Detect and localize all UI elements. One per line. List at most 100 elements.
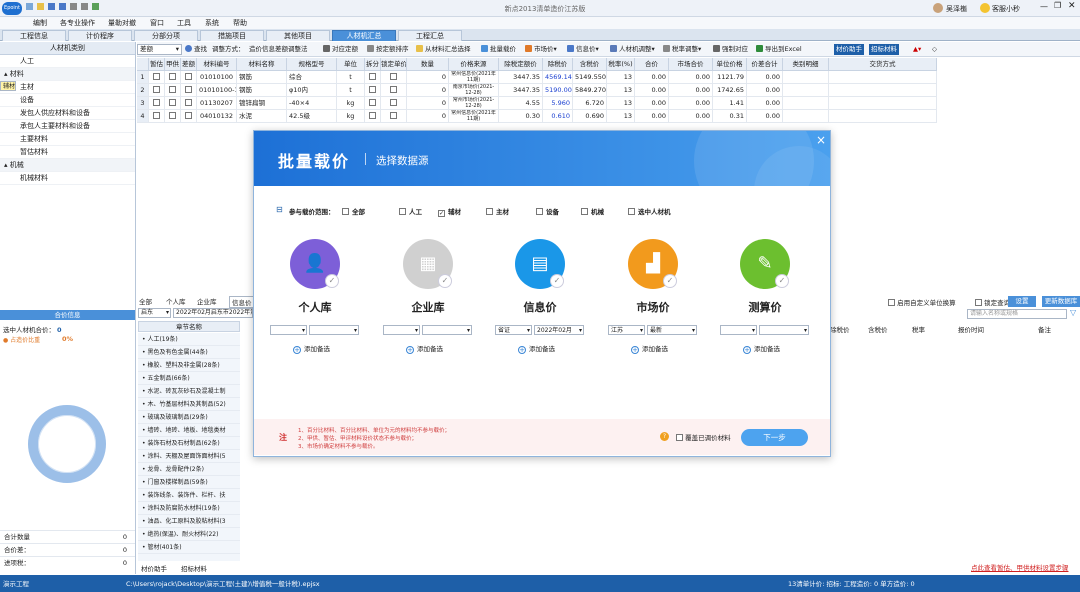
- table-cell[interactable]: 01130207: [197, 97, 237, 110]
- menu-item-specialty[interactable]: 各专业操作: [60, 18, 95, 28]
- row-checkbox[interactable]: [185, 73, 192, 80]
- table-cell[interactable]: 0.00: [669, 84, 713, 97]
- table-cell[interactable]: 3447.35: [499, 71, 543, 84]
- table-cell[interactable]: φ10内: [287, 84, 337, 97]
- sort-button[interactable]: 按定额排序: [367, 44, 409, 55]
- chapter-item[interactable]: • 门窗及楼梯制品(59条): [138, 476, 240, 489]
- table-cell[interactable]: 0: [407, 84, 449, 97]
- table-cell[interactable]: 01010100-1: [197, 84, 237, 97]
- settings-button[interactable]: 设置: [1008, 296, 1036, 307]
- category-item[interactable]: 设备: [0, 94, 135, 107]
- checkbox-icon[interactable]: [486, 208, 493, 215]
- help-link[interactable]: 客服小秒: [992, 4, 1020, 14]
- table-cell[interactable]: [381, 71, 407, 84]
- checkbox-icon[interactable]: [628, 208, 635, 215]
- table-cell[interactable]: 5190.000: [543, 84, 573, 97]
- row-checkbox[interactable]: [153, 73, 160, 80]
- table-cell[interactable]: 0.00: [747, 97, 783, 110]
- table-cell[interactable]: [165, 97, 181, 110]
- row-checkbox[interactable]: [169, 99, 176, 106]
- scope-checkbox[interactable]: 全部: [342, 206, 365, 216]
- table-cell[interactable]: [829, 71, 937, 84]
- category-item[interactable]: 发包人供应材料和设备: [0, 107, 135, 120]
- category-item[interactable]: ▴ 机械: [0, 159, 135, 172]
- column-header[interactable]: 价格来源: [449, 58, 499, 71]
- checkbox-icon[interactable]: ✓: [438, 210, 445, 217]
- table-cell[interactable]: 4.55: [499, 97, 543, 110]
- table-cell[interactable]: 2: [137, 84, 149, 97]
- table-cell[interactable]: [829, 97, 937, 110]
- checkbox-icon[interactable]: [399, 208, 406, 215]
- column-header[interactable]: 合价: [635, 58, 669, 71]
- source-select-2[interactable]: ▾: [759, 325, 809, 335]
- chapter-item[interactable]: • 油品、化工原料及胶粘材料(3: [138, 515, 240, 528]
- table-cell[interactable]: 0.00: [669, 110, 713, 123]
- table-cell[interactable]: [783, 110, 829, 123]
- table-cell[interactable]: [181, 71, 197, 84]
- table-cell[interactable]: 1: [137, 71, 149, 84]
- table-cell[interactable]: [149, 84, 165, 97]
- table-cell[interactable]: 04010132: [197, 110, 237, 123]
- column-header[interactable]: 锁定单价: [381, 58, 407, 71]
- chapter-item[interactable]: • 涂料及防腐防水材料(19条): [138, 502, 240, 515]
- table-cell[interactable]: 0.00: [635, 84, 669, 97]
- info-price-button[interactable]: 信息价▾: [567, 44, 599, 55]
- nav-price-assistant[interactable]: 材价助手: [141, 563, 167, 573]
- row-checkbox[interactable]: [153, 112, 160, 119]
- table-cell[interactable]: kg: [337, 110, 365, 123]
- table-cell[interactable]: [829, 84, 937, 97]
- tab-rcj-summary[interactable]: 人材机汇总: [332, 30, 396, 41]
- row-checkbox[interactable]: [390, 73, 397, 80]
- chapter-item[interactable]: • 龙骨、龙骨配件(2条): [138, 463, 240, 476]
- category-item[interactable]: ▴ 材料: [0, 68, 135, 81]
- table-cell[interactable]: 13: [607, 84, 635, 97]
- library-tab-enterprise[interactable]: 企业库: [197, 296, 217, 306]
- column-header[interactable]: 类别明细: [783, 58, 829, 71]
- scope-checkbox[interactable]: 主材: [486, 206, 509, 216]
- chapter-item[interactable]: • 橡胶、塑料及非金属(28条): [138, 359, 240, 372]
- source-select-2[interactable]: 2022年02月 ▾: [534, 325, 584, 335]
- excel-export-button[interactable]: 导出到Excel: [756, 44, 802, 55]
- row-checkbox[interactable]: [169, 86, 176, 93]
- cover-checkbox[interactable]: 覆盖已调价材料: [676, 432, 731, 442]
- table-cell[interactable]: [365, 97, 381, 110]
- category-item[interactable]: 机械材料: [0, 172, 135, 185]
- table-cell[interactable]: [365, 110, 381, 123]
- table-cell[interactable]: 水泥: [237, 110, 287, 123]
- scope-checkbox[interactable]: ✓ 辅材: [438, 206, 461, 217]
- category-item[interactable]: 主要材料: [0, 133, 135, 146]
- column-header[interactable]: 拆分: [365, 58, 381, 71]
- quick-access-toolbar[interactable]: [26, 3, 136, 13]
- column-header[interactable]: 材料名称: [237, 58, 287, 71]
- menu-item-edit[interactable]: 编制: [33, 18, 47, 28]
- table-cell[interactable]: 13: [607, 97, 635, 110]
- table-cell[interactable]: 0.00: [747, 71, 783, 84]
- table-cell[interactable]: [783, 71, 829, 84]
- table-cell[interactable]: kg: [337, 97, 365, 110]
- add-filter-button[interactable]: + 添加备选: [406, 343, 443, 354]
- table-cell[interactable]: 3447.35: [499, 84, 543, 97]
- source-select-1[interactable]: ▾: [720, 325, 757, 335]
- lock-query-checkbox[interactable]: 锁定查询: [975, 297, 1010, 307]
- table-cell[interactable]: [365, 84, 381, 97]
- tab-sections[interactable]: 分部分项: [134, 30, 198, 41]
- dialog-close-button[interactable]: ×: [816, 133, 826, 147]
- chapter-item[interactable]: • 水泥、砖瓦灰砂石及混凝土制: [138, 385, 240, 398]
- chapter-item[interactable]: • 涂料、天棚及屋面饰面材料(5: [138, 450, 240, 463]
- row-checkbox[interactable]: [153, 99, 160, 106]
- source-select-1[interactable]: 省证 ▾: [495, 325, 532, 335]
- table-cell[interactable]: 42.5级: [287, 110, 337, 123]
- menu-item-system[interactable]: 系统: [205, 18, 219, 28]
- tab-project-summary[interactable]: 工程汇总: [398, 30, 462, 41]
- column-header[interactable]: 除税定额价: [499, 58, 543, 71]
- table-cell[interactable]: [149, 71, 165, 84]
- adjust-method[interactable]: 造价信息差额调整法: [249, 44, 308, 55]
- table-cell[interactable]: 0.30: [499, 110, 543, 123]
- column-header[interactable]: 暂估: [149, 58, 165, 71]
- row-checkbox[interactable]: [390, 99, 397, 106]
- table-cell[interactable]: 0.690: [573, 110, 607, 123]
- menu-item-tools[interactable]: 工具: [177, 18, 191, 28]
- table-cell[interactable]: [181, 84, 197, 97]
- table-cell[interactable]: [149, 97, 165, 110]
- table-cell[interactable]: 综合: [287, 71, 337, 84]
